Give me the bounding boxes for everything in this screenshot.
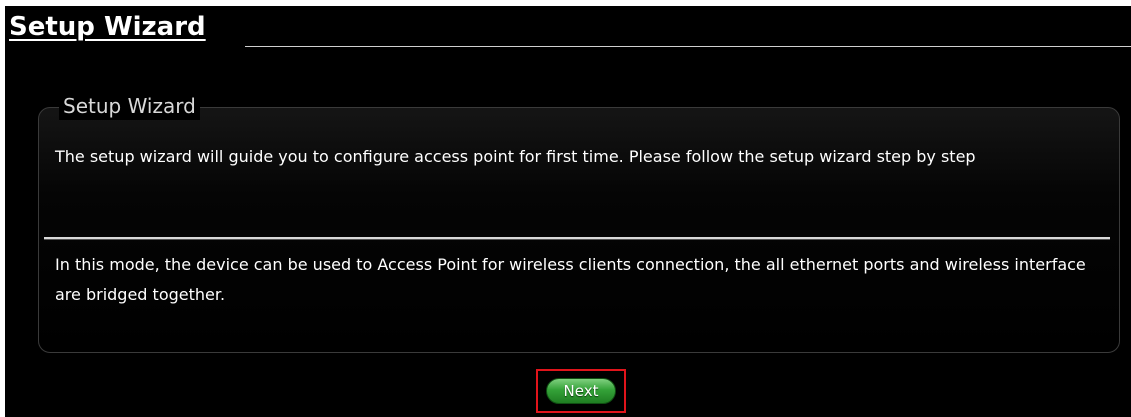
setup-wizard-screen: Setup Wizard Setup Wizard The setup wiza…	[5, 6, 1131, 417]
title-underline-rule	[245, 46, 1131, 47]
setup-wizard-panel: Setup Wizard The setup wizard will guide…	[38, 92, 1120, 353]
page-title: Setup Wizard	[9, 12, 206, 42]
panel-top-border	[252, 107, 1107, 108]
next-button-highlight: Next	[536, 369, 626, 413]
next-button[interactable]: Next	[546, 378, 616, 404]
section-divider	[44, 237, 1110, 239]
wizard-intro-text: The setup wizard will guide you to confi…	[55, 147, 976, 166]
mode-description-text: In this mode, the device can be used to …	[55, 255, 1086, 304]
panel-legend: Setup Wizard	[59, 92, 200, 120]
